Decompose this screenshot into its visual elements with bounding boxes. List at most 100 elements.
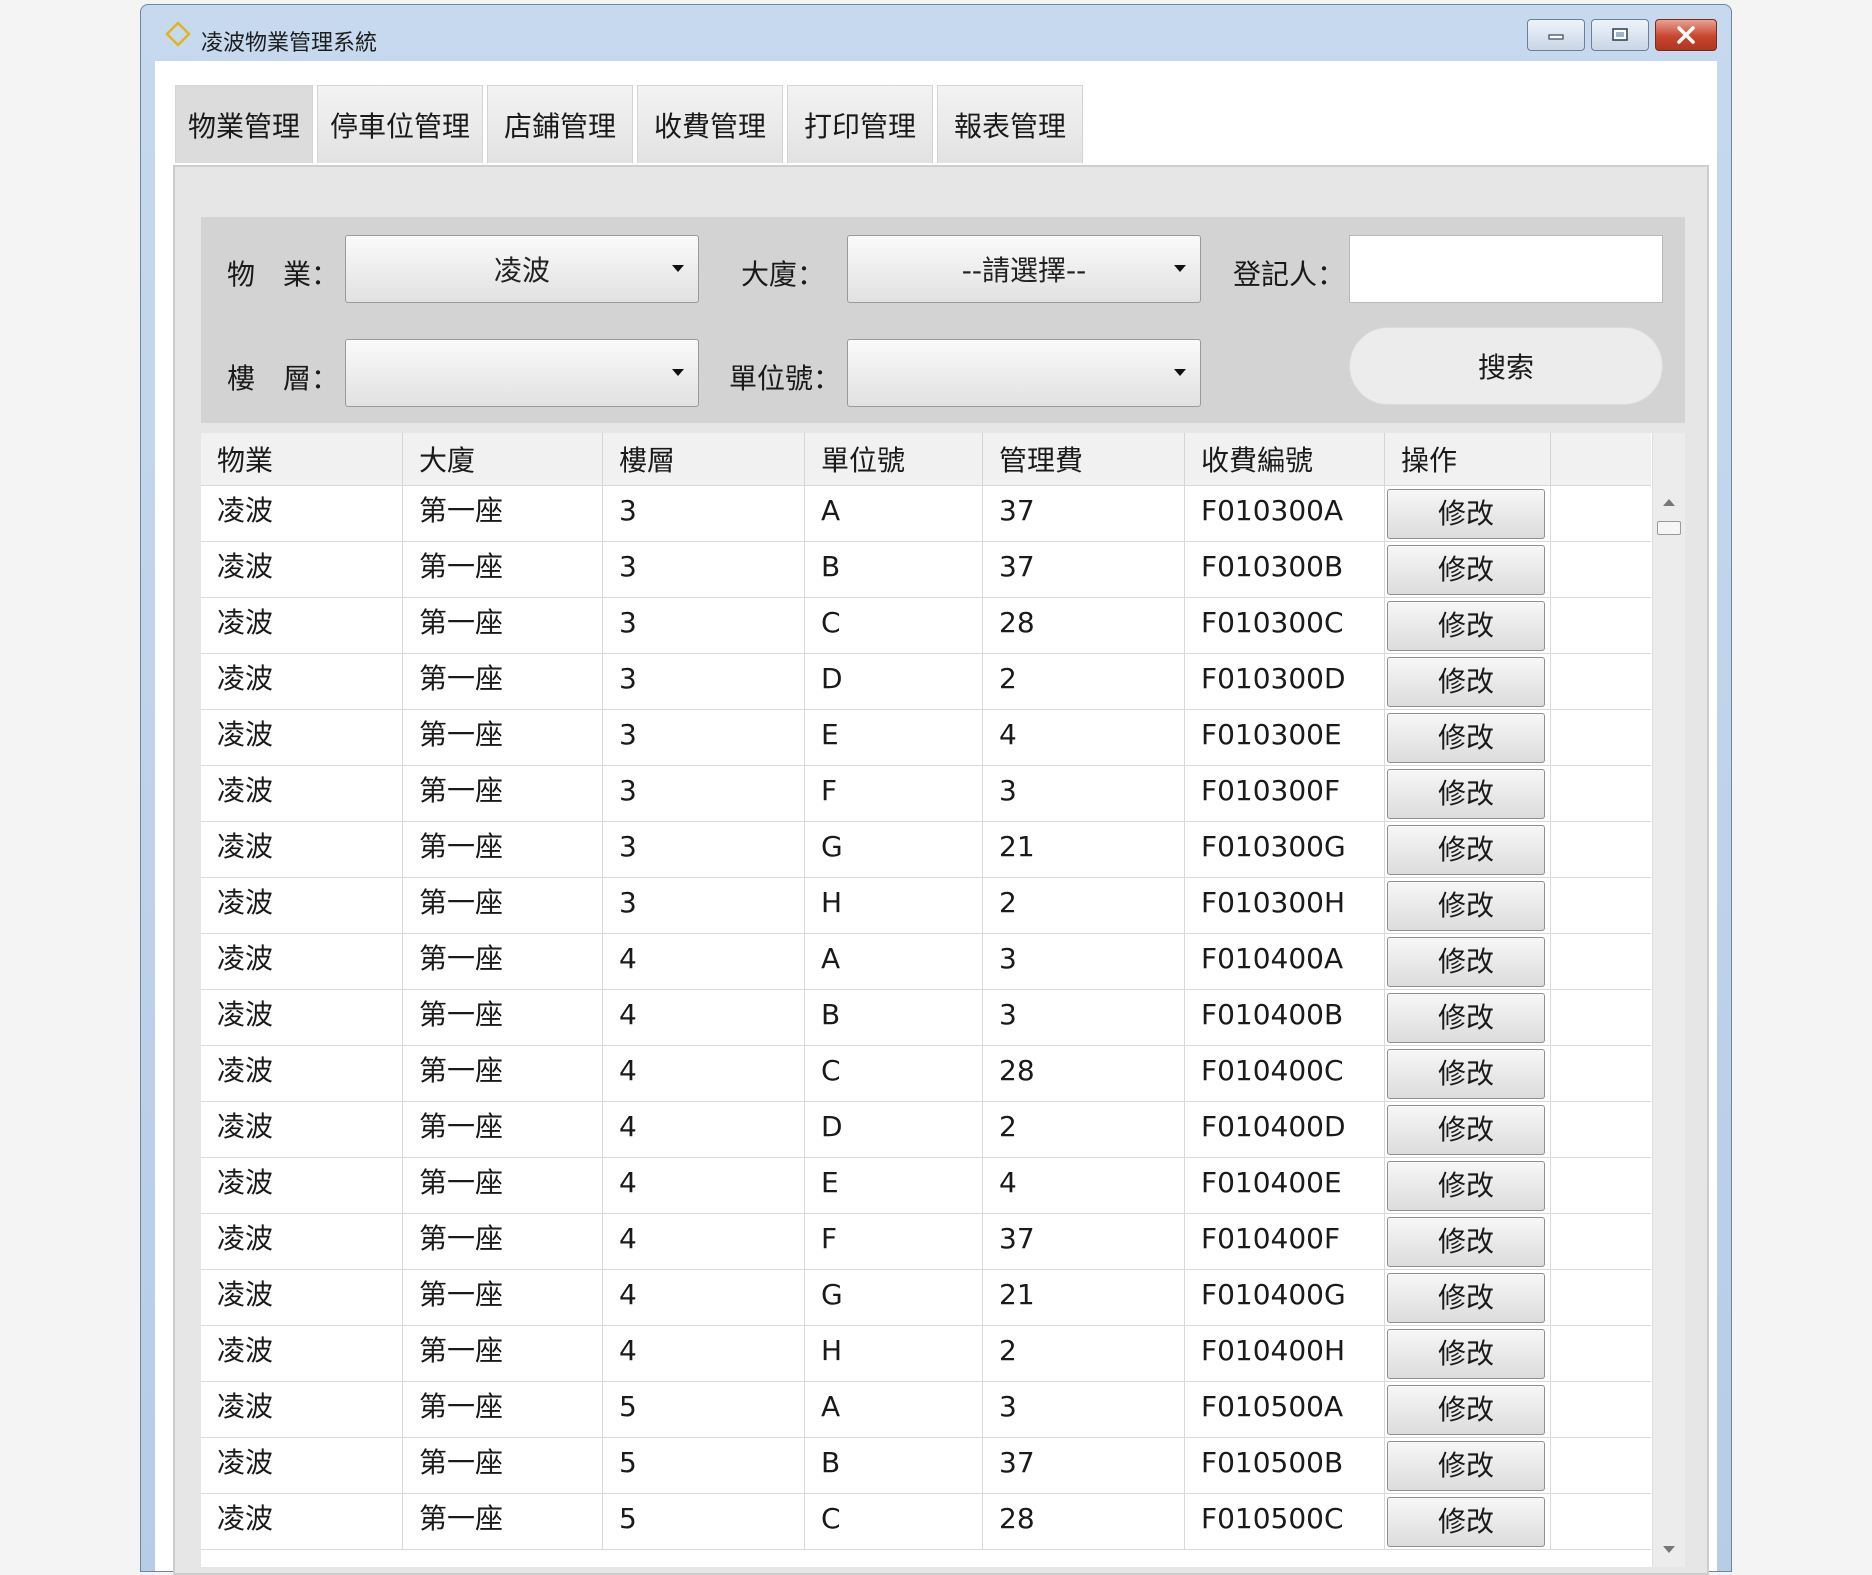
cell-action: 修改 xyxy=(1385,765,1551,821)
cell-floor: 4 xyxy=(603,1325,805,1381)
maximize-button[interactable] xyxy=(1591,19,1649,51)
cell-action: 修改 xyxy=(1385,1269,1551,1325)
minimize-button[interactable] xyxy=(1527,19,1585,51)
cell-building: 第一座 xyxy=(403,989,603,1045)
table-row[interactable]: 凌波 第一座 4 E 4 F010400E 修改 xyxy=(201,1157,1651,1214)
edit-button[interactable]: 修改 xyxy=(1387,1049,1545,1099)
table-row[interactable]: 凌波 第一座 4 G 21 F010400G 修改 xyxy=(201,1269,1651,1326)
edit-button[interactable]: 修改 xyxy=(1387,545,1545,595)
edit-button[interactable]: 修改 xyxy=(1387,1385,1545,1435)
cell-fee: 3 xyxy=(983,989,1185,1045)
cell-property: 凌波 xyxy=(201,485,403,541)
edit-button[interactable]: 修改 xyxy=(1387,601,1545,651)
cell-unit: B xyxy=(805,989,983,1045)
cell-action: 修改 xyxy=(1385,1437,1551,1493)
cell-action: 修改 xyxy=(1385,821,1551,877)
unit-select[interactable] xyxy=(847,339,1201,407)
cell-floor: 4 xyxy=(603,989,805,1045)
header-col-fee-code[interactable]: 收費編號 xyxy=(1185,433,1385,485)
title-bar[interactable]: 凌波物業管理系統 xyxy=(141,5,1731,61)
table-row[interactable]: 凌波 第一座 5 A 3 F010500A 修改 xyxy=(201,1381,1651,1438)
header-col-fee[interactable]: 管理費 xyxy=(983,433,1185,485)
window-title: 凌波物業管理系統 xyxy=(201,31,378,56)
edit-button[interactable]: 修改 xyxy=(1387,1105,1545,1155)
cell-fee: 3 xyxy=(983,933,1185,989)
registrar-input[interactable] xyxy=(1349,235,1663,303)
edit-button[interactable]: 修改 xyxy=(1387,881,1545,931)
edit-button[interactable]: 修改 xyxy=(1387,1161,1545,1211)
scroll-down-icon[interactable] xyxy=(1663,1546,1675,1553)
property-table: 物業 大廈 樓層 單位號 管理費 收費編號 操作 凌波 第一座 3 A 37 F010300A 修改 凌波… xyxy=(201,433,1685,1567)
cell-building: 第一座 xyxy=(403,709,603,765)
table-row[interactable]: 凌波 第一座 5 B 37 F010500B 修改 xyxy=(201,1437,1651,1494)
close-button[interactable] xyxy=(1655,19,1717,51)
scroll-up-icon[interactable] xyxy=(1663,499,1675,506)
scroll-thumb[interactable] xyxy=(1657,521,1681,535)
table-row[interactable]: 凌波 第一座 3 C 28 F010300C 修改 xyxy=(201,597,1651,654)
cell-action: 修改 xyxy=(1385,989,1551,1045)
edit-button[interactable]: 修改 xyxy=(1387,1497,1545,1547)
edit-button[interactable]: 修改 xyxy=(1387,1441,1545,1491)
cell-action: 修改 xyxy=(1385,933,1551,989)
cell-fee-code: F010500B xyxy=(1185,1437,1385,1493)
floor-select[interactable] xyxy=(345,339,699,407)
edit-button[interactable]: 修改 xyxy=(1387,657,1545,707)
building-select[interactable]: --請選擇-- xyxy=(847,235,1201,303)
table-row[interactable]: 凌波 第一座 4 D 2 F010400D 修改 xyxy=(201,1101,1651,1158)
table-row[interactable]: 凌波 第一座 4 H 2 F010400H 修改 xyxy=(201,1325,1651,1382)
table-row[interactable]: 凌波 第一座 3 D 2 F010300D 修改 xyxy=(201,653,1651,710)
cell-building: 第一座 xyxy=(403,1269,603,1325)
tab-report-management[interactable]: 報表管理 xyxy=(937,85,1083,163)
tab-parking-management[interactable]: 停車位管理 xyxy=(317,85,483,163)
cell-property: 凌波 xyxy=(201,1325,403,1381)
cell-property: 凌波 xyxy=(201,877,403,933)
edit-button[interactable]: 修改 xyxy=(1387,937,1545,987)
cell-unit: F xyxy=(805,765,983,821)
table-row[interactable]: 凌波 第一座 4 C 28 F010400C 修改 xyxy=(201,1045,1651,1102)
edit-button[interactable]: 修改 xyxy=(1387,1329,1545,1379)
tab-shop-management[interactable]: 店鋪管理 xyxy=(487,85,633,163)
table-row[interactable]: 凌波 第一座 3 E 4 F010300E 修改 xyxy=(201,709,1651,766)
edit-button[interactable]: 修改 xyxy=(1387,993,1545,1043)
table-row[interactable]: 凌波 第一座 4 B 3 F010400B 修改 xyxy=(201,989,1651,1046)
cell-building: 第一座 xyxy=(403,597,603,653)
header-col-floor[interactable]: 樓層 xyxy=(603,433,805,485)
property-select-value: 凌波 xyxy=(493,254,550,287)
tab-print-management[interactable]: 打印管理 xyxy=(787,85,933,163)
cell-unit: A xyxy=(805,1381,983,1437)
vertical-scrollbar[interactable] xyxy=(1652,433,1685,1567)
table-row[interactable]: 凌波 第一座 3 B 37 F010300B 修改 xyxy=(201,541,1651,598)
cell-fee-code: F010400A xyxy=(1185,933,1385,989)
table-row[interactable]: 凌波 第一座 3 A 37 F010300A 修改 xyxy=(201,485,1651,542)
cell-unit: C xyxy=(805,1493,983,1549)
cell-floor: 4 xyxy=(603,1213,805,1269)
header-col-building[interactable]: 大廈 xyxy=(403,433,603,485)
edit-button[interactable]: 修改 xyxy=(1387,1217,1545,1267)
edit-button[interactable]: 修改 xyxy=(1387,1273,1545,1323)
edit-button[interactable]: 修改 xyxy=(1387,713,1545,763)
cell-fee: 21 xyxy=(983,821,1185,877)
table-row[interactable]: 凌波 第一座 3 G 21 F010300G 修改 xyxy=(201,821,1651,878)
table-row[interactable]: 凌波 第一座 4 A 3 F010400A 修改 xyxy=(201,933,1651,990)
header-col-property[interactable]: 物業 xyxy=(201,433,403,485)
search-button[interactable]: 搜索 xyxy=(1349,327,1663,405)
cell-property: 凌波 xyxy=(201,821,403,877)
table-row[interactable]: 凌波 第一座 3 F 3 F010300F 修改 xyxy=(201,765,1651,822)
cell-fee: 37 xyxy=(983,1213,1185,1269)
table-row[interactable]: 凌波 第一座 5 C 28 F010500C 修改 xyxy=(201,1493,1651,1550)
cell-action: 修改 xyxy=(1385,1101,1551,1157)
cell-building: 第一座 xyxy=(403,541,603,597)
cell-building: 第一座 xyxy=(403,1045,603,1101)
chevron-down-icon xyxy=(672,369,684,376)
property-select[interactable]: 凌波 xyxy=(345,235,699,303)
edit-button[interactable]: 修改 xyxy=(1387,825,1545,875)
cell-building: 第一座 xyxy=(403,1157,603,1213)
header-col-unit[interactable]: 單位號 xyxy=(805,433,983,485)
tab-fee-management[interactable]: 收費管理 xyxy=(637,85,783,163)
edit-button[interactable]: 修改 xyxy=(1387,489,1545,539)
table-row[interactable]: 凌波 第一座 3 H 2 F010300H 修改 xyxy=(201,877,1651,934)
tab-property-management[interactable]: 物業管理 xyxy=(175,85,313,163)
edit-button[interactable]: 修改 xyxy=(1387,769,1545,819)
table-row[interactable]: 凌波 第一座 4 F 37 F010400F 修改 xyxy=(201,1213,1651,1270)
header-col-action[interactable]: 操作 xyxy=(1385,433,1551,485)
